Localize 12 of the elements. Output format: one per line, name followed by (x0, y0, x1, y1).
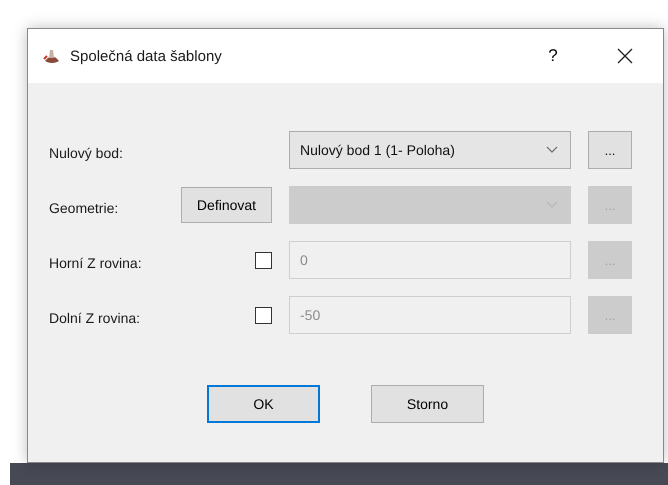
browse-button[interactable]: ... (588, 131, 632, 169)
dialog-button[interactable]: Storno (371, 385, 484, 423)
close-icon (617, 48, 633, 64)
field-label: Dolní Z rovina: (49, 309, 142, 326)
window-title: Společná data šablony (70, 48, 223, 64)
chevron-icon (546, 146, 558, 154)
dialog-button[interactable]: OK (207, 385, 320, 423)
field-label: Nulový bod: (49, 144, 124, 161)
field-label: Geometrie: (49, 199, 120, 216)
help-button[interactable]: ? (531, 36, 575, 76)
dropdown[interactable]: Nulový bod 1 (1- Poloha) (289, 131, 571, 169)
field-label: Horní Z rovina: (49, 254, 143, 271)
